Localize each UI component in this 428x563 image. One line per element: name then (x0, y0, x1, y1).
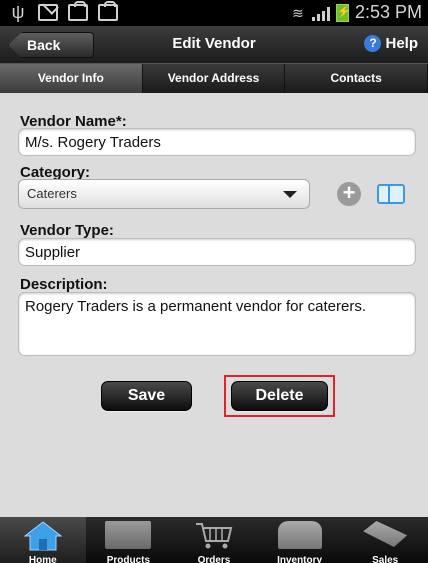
tab-bar: Vendor Info Vendor Address Contacts (0, 64, 428, 93)
tab-vendor-address[interactable]: Vendor Address (142, 64, 286, 93)
delete-highlight-box (224, 375, 335, 417)
category-select[interactable]: Caterers (18, 179, 310, 209)
notification-icons: ψ (8, 1, 118, 22)
home-icon (23, 521, 62, 551)
nav-inventory[interactable]: Inventory (257, 517, 343, 563)
description-label: Description: (20, 276, 108, 293)
cart-icon (195, 523, 233, 549)
mail-icon (38, 4, 58, 21)
wifi-icon: ≋ (291, 4, 304, 21)
vendor-type-field[interactable]: Supplier (18, 238, 416, 266)
tab-contacts[interactable]: Contacts (285, 64, 428, 93)
help-button[interactable]: ? Help (364, 35, 418, 52)
nav-home-label: Home (28, 555, 57, 563)
vendor-form: Vendor Name*: M/s. Rogery Traders Catego… (0, 93, 428, 517)
vendor-type-label: Vendor Type: (20, 222, 114, 239)
nav-orders[interactable]: Orders (171, 517, 257, 563)
description-field[interactable]: Rogery Traders is a permanent vendor for… (18, 292, 416, 356)
help-icon: ? (364, 35, 382, 52)
nav-sales-label: Sales (372, 555, 399, 563)
nav-inventory-label: Inventory (277, 555, 323, 563)
sales-tag-icon (363, 521, 408, 547)
help-label: Help (385, 35, 418, 52)
tab-vendor-info[interactable]: Vendor Info (0, 64, 143, 93)
bag-icon (68, 1, 88, 21)
battery-icon (335, 3, 349, 22)
products-icon (105, 521, 152, 549)
save-button[interactable]: Save (101, 381, 192, 411)
bottom-nav: Home Products Orders Inventory Sales (0, 517, 428, 563)
usb-icon: ψ (11, 2, 25, 22)
vendor-name-field[interactable]: M/s. Rogery Traders (18, 128, 416, 156)
system-icons: ≋ 2:53 PM (292, 2, 422, 23)
inventory-icon (277, 521, 322, 549)
clock: 2:53 PM (354, 2, 422, 22)
category-value: Caterers (27, 186, 77, 201)
nav-products-label: Products (106, 555, 151, 563)
nav-orders-label: Orders (197, 555, 231, 563)
bag-check-icon (98, 1, 118, 21)
action-bar: Back Edit Vendor ? Help (0, 26, 428, 64)
add-category-icon[interactable]: + (337, 182, 361, 206)
status-bar: ψ ≋ 2:53 PM (0, 0, 428, 26)
nav-products[interactable]: Products (86, 517, 172, 563)
nav-home[interactable]: Home (0, 517, 86, 563)
nav-sales[interactable]: Sales (342, 517, 428, 563)
category-list-icon[interactable] (377, 184, 405, 204)
signal-icon (311, 5, 330, 21)
chevron-down-icon (283, 191, 297, 198)
